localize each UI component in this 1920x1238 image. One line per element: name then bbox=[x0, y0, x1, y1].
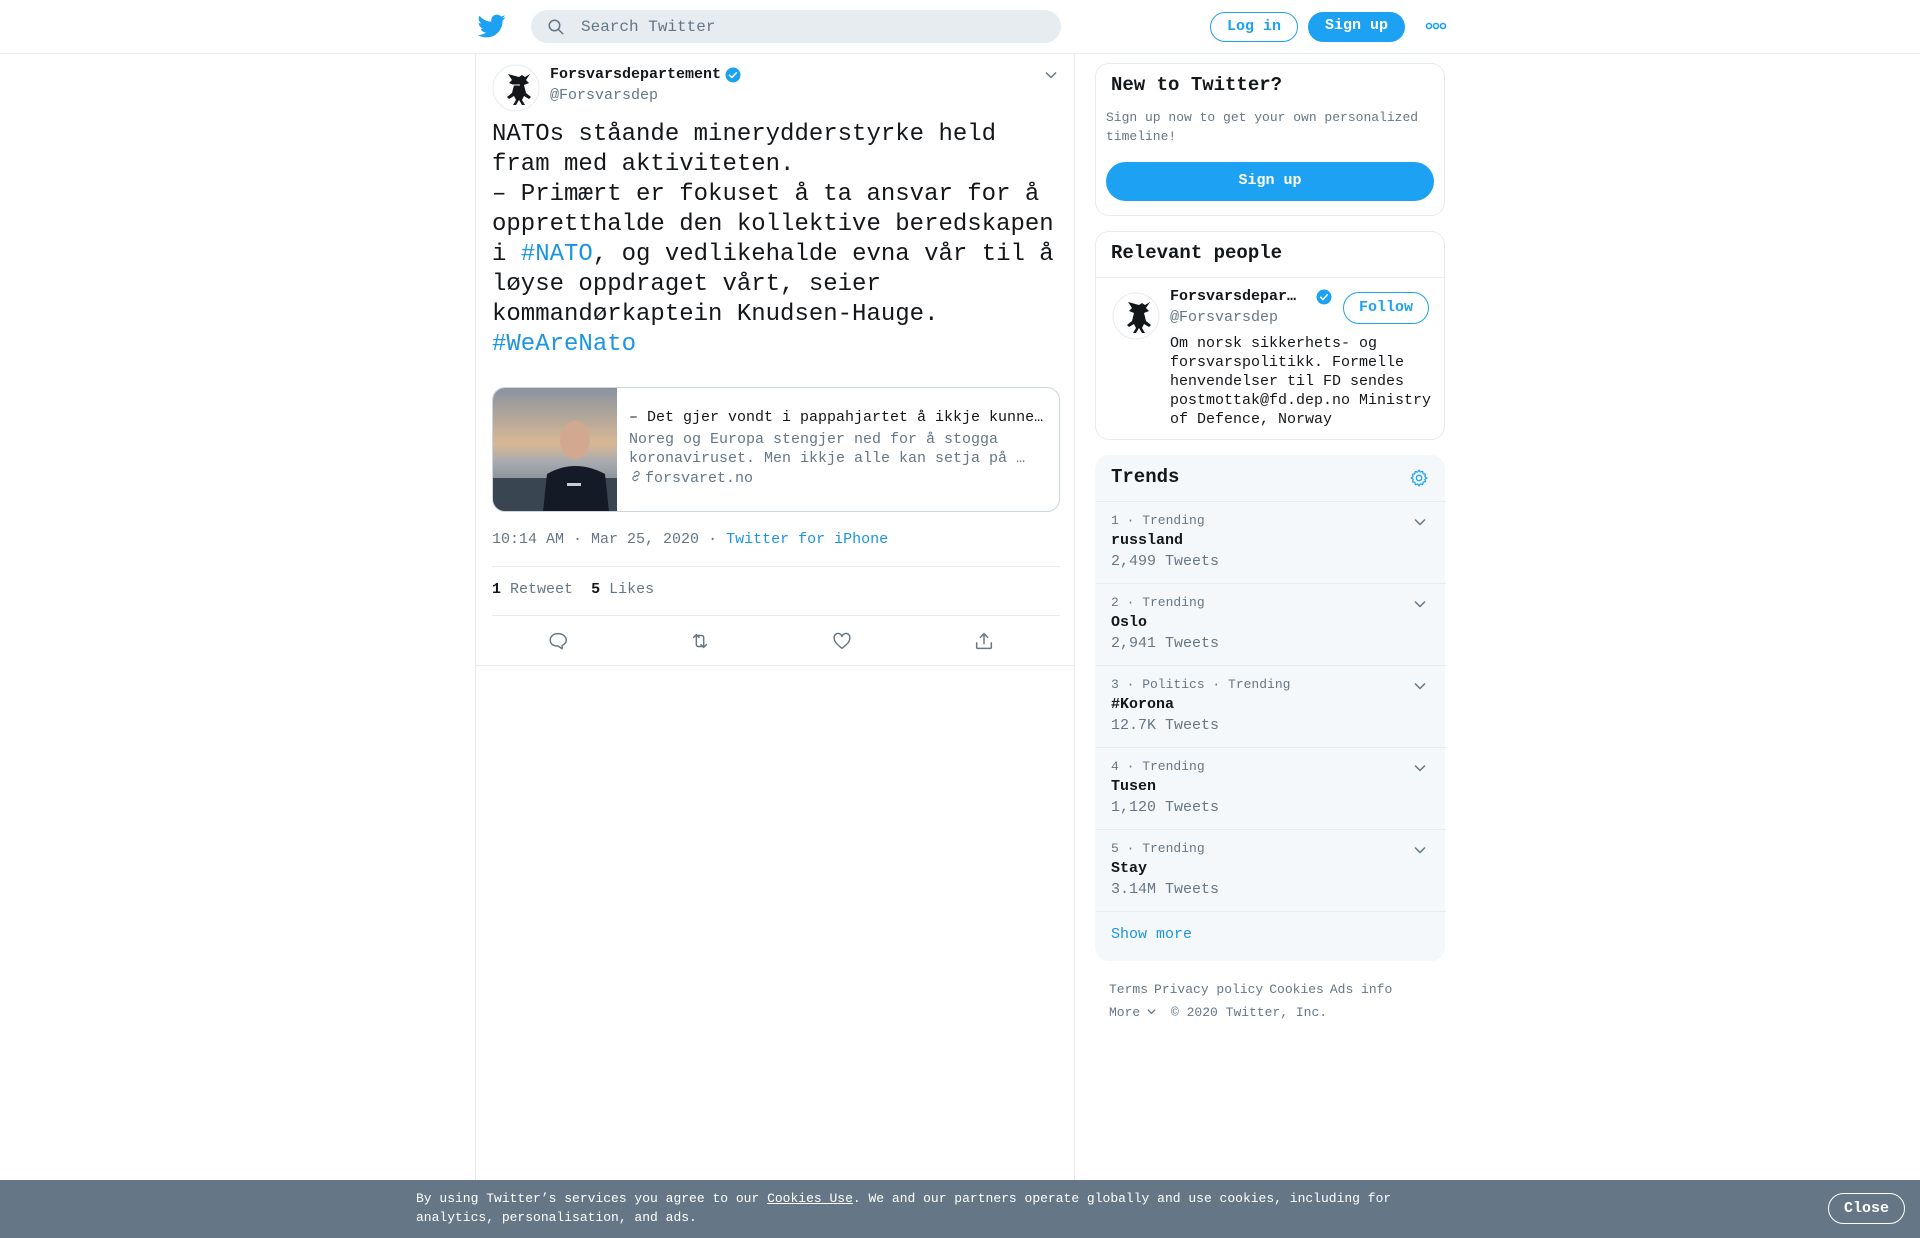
twitter-bird-icon[interactable] bbox=[478, 12, 506, 40]
person-name[interactable]: Forsvarsdepart… bbox=[1170, 288, 1305, 305]
tweet-source[interactable]: Twitter for iPhone bbox=[726, 531, 888, 548]
chevron-down-icon[interactable] bbox=[1413, 761, 1427, 775]
show-more-link[interactable]: Show more bbox=[1111, 926, 1192, 943]
chevron-down-icon[interactable] bbox=[1413, 597, 1427, 611]
card-description: Noreg og Europa stengjer ned for å stogg… bbox=[629, 431, 1026, 467]
footer-privacy-link[interactable]: Privacy policy bbox=[1154, 982, 1263, 997]
trend-item[interactable]: 3 · Politics · Trending #Korona 12.7K Tw… bbox=[1096, 666, 1446, 748]
person-handle[interactable]: @Forsvarsdep bbox=[1170, 309, 1278, 326]
verified-badge-icon bbox=[1316, 289, 1332, 305]
main-column: Forsvarsdepartement @Forsvarsdep NATOs s… bbox=[475, 54, 1075, 1238]
top-navigation-bar: Log in Sign up bbox=[0, 0, 1920, 54]
card-image bbox=[493, 388, 617, 511]
trend-item[interactable]: 1 · Trending russland 2,499 Tweets bbox=[1096, 502, 1446, 584]
trend-count: 2,499 Tweets bbox=[1111, 553, 1220, 570]
footer-terms-link[interactable]: Terms bbox=[1109, 982, 1148, 997]
chevron-down-icon[interactable] bbox=[1044, 68, 1058, 82]
trend-meta: 1 · Trending bbox=[1111, 513, 1205, 528]
likes-count[interactable]: 5 bbox=[591, 581, 600, 598]
trend-meta: 2 · Trending bbox=[1111, 595, 1205, 610]
person-avatar[interactable] bbox=[1112, 292, 1160, 340]
search-icon bbox=[548, 19, 564, 35]
trend-name[interactable]: Oslo bbox=[1111, 614, 1147, 631]
panel-header: Relevant people bbox=[1096, 232, 1444, 278]
panel-title: Relevant people bbox=[1111, 242, 1283, 264]
relevant-people-panel: Relevant people Forsvarsdepart… @Forsvar… bbox=[1095, 231, 1445, 440]
close-button[interactable]: Close bbox=[1828, 1193, 1905, 1224]
tweet-meta: 10:14 AM · Mar 25, 2020 · Twitter for iP… bbox=[492, 531, 889, 548]
card-title: – Det gjer vondt i pappahjartet å ikkje … bbox=[629, 409, 1044, 426]
trend-count: 12.7K Tweets bbox=[1111, 717, 1220, 734]
trend-count: 1,120 Tweets bbox=[1111, 799, 1220, 816]
search-input[interactable] bbox=[581, 10, 1041, 43]
trend-count: 2,941 Tweets bbox=[1111, 635, 1220, 652]
cookie-banner: By using Twitter’s services you agree to… bbox=[0, 1180, 1920, 1238]
divider bbox=[492, 615, 1060, 616]
author-name[interactable]: Forsvarsdepartement bbox=[550, 66, 721, 83]
panel-header: Trends bbox=[1096, 456, 1446, 502]
trends-panel: Trends 1 · Trending russland 2,499 Tweet… bbox=[1095, 455, 1446, 961]
footer-more-label: More bbox=[1109, 1005, 1141, 1020]
trend-name[interactable]: Tusen bbox=[1111, 778, 1156, 795]
card-domain: forsvaret.no bbox=[629, 469, 753, 487]
retweet-label[interactable]: Retweet bbox=[510, 581, 573, 598]
reply-icon[interactable] bbox=[547, 630, 569, 652]
share-icon[interactable] bbox=[973, 630, 995, 652]
trend-count: 3.14M Tweets bbox=[1111, 881, 1220, 898]
footer-cookies-link[interactable]: Cookies bbox=[1269, 982, 1324, 997]
cookie-text-part: By using Twitter’s services you agree to… bbox=[416, 1191, 768, 1206]
search-box[interactable] bbox=[531, 10, 1061, 43]
chevron-down-icon bbox=[1147, 1009, 1156, 1015]
cookie-text: By using Twitter’s services you agree to… bbox=[416, 1189, 1416, 1227]
link-icon bbox=[632, 470, 640, 482]
sidebar-signup-button[interactable]: Sign up bbox=[1106, 162, 1434, 201]
card-domain-text: forsvaret.no bbox=[645, 470, 754, 487]
person-bio: Om norsk sikkerhets- og forsvarspolitikk… bbox=[1170, 335, 1432, 428]
like-heart-icon[interactable] bbox=[831, 630, 853, 652]
chevron-down-icon[interactable] bbox=[1413, 679, 1427, 693]
trend-name[interactable]: Stay bbox=[1111, 860, 1147, 877]
signup-button[interactable]: Sign up bbox=[1308, 12, 1405, 42]
panel-title: Trends bbox=[1111, 466, 1180, 488]
trend-meta: 5 · Trending bbox=[1111, 841, 1205, 856]
trend-item[interactable]: 2 · Trending Oslo 2,941 Tweets bbox=[1096, 584, 1446, 666]
follow-button[interactable]: Follow bbox=[1343, 292, 1429, 324]
tweet-text: NATOs ståande minerydderstyrke held fram… bbox=[492, 120, 1062, 360]
link-preview-card[interactable]: – Det gjer vondt i pappahjartet å ikkje … bbox=[492, 387, 1060, 512]
panel-subtitle: Sign up now to get your own personalized… bbox=[1106, 110, 1419, 144]
chevron-down-icon[interactable] bbox=[1413, 515, 1427, 529]
trend-item[interactable]: 5 · Trending Stay 3.14M Tweets bbox=[1096, 830, 1446, 912]
tweet-date[interactable]: Mar 25, 2020 bbox=[591, 531, 699, 548]
footer-ads-link[interactable]: Ads info bbox=[1330, 982, 1392, 997]
new-to-twitter-panel: New to Twitter? Sign up now to get your … bbox=[1095, 63, 1445, 216]
likes-label[interactable]: Likes bbox=[609, 581, 654, 598]
author-handle[interactable]: @Forsvarsdep bbox=[550, 87, 658, 104]
chevron-down-icon[interactable] bbox=[1413, 843, 1427, 857]
hashtag-link[interactable]: #WeAreNato bbox=[492, 331, 636, 358]
trend-name[interactable]: #Korona bbox=[1111, 696, 1174, 713]
trend-name[interactable]: russland bbox=[1111, 532, 1183, 549]
footer-more-link[interactable]: More bbox=[1109, 1005, 1157, 1020]
divider bbox=[492, 566, 1060, 567]
gear-icon[interactable] bbox=[1409, 468, 1429, 488]
retweet-count[interactable]: 1 bbox=[492, 581, 501, 598]
verified-badge-icon bbox=[725, 67, 741, 83]
retweet-icon[interactable] bbox=[689, 630, 711, 652]
trend-item[interactable]: 4 · Trending Tusen 1,120 Tweets bbox=[1096, 748, 1446, 830]
tweet: Forsvarsdepartement @Forsvarsdep NATOs s… bbox=[476, 54, 1075, 666]
login-button[interactable]: Log in bbox=[1210, 12, 1298, 42]
hashtag-link[interactable]: #NATO bbox=[521, 241, 593, 268]
trend-meta: 3 · Politics · Trending bbox=[1111, 677, 1291, 692]
footer-copyright: © 2020 Twitter, Inc. bbox=[1171, 1005, 1328, 1020]
tweet-time[interactable]: 10:14 AM bbox=[492, 531, 564, 548]
tweet-stats: 1 Retweet 5 Likes bbox=[492, 581, 654, 598]
more-options-icon[interactable] bbox=[1425, 20, 1447, 32]
sidebar-footer: Terms Privacy policy Cookies Ads info More … bbox=[1109, 978, 1449, 1024]
author-avatar[interactable] bbox=[492, 64, 540, 112]
trend-meta: 4 · Trending bbox=[1111, 759, 1205, 774]
panel-title: New to Twitter? bbox=[1111, 74, 1283, 96]
cookies-use-link[interactable]: Cookies Use bbox=[767, 1191, 853, 1206]
